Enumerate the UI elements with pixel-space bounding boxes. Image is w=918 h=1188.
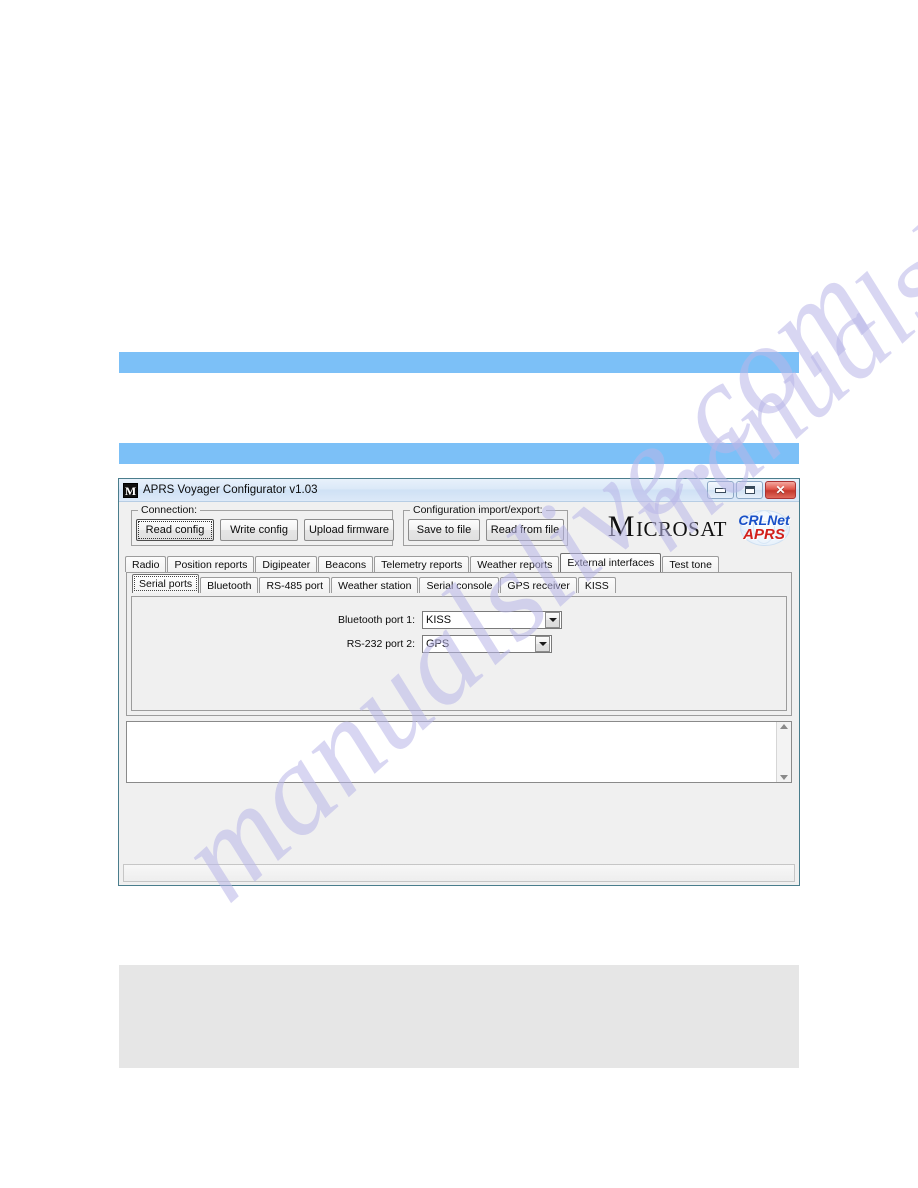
chevron-down-icon[interactable]	[545, 612, 560, 628]
tab-radio[interactable]: Radio	[125, 556, 167, 572]
minimize-icon	[715, 487, 726, 493]
subtab-weather-station[interactable]: Weather station	[331, 577, 419, 593]
window-title: APRS Voyager Configurator v1.03	[143, 484, 318, 496]
bluetooth-port-select[interactable]: KISS	[422, 611, 562, 629]
chevron-glyph	[538, 642, 547, 646]
tab-external-interfaces[interactable]: External interfaces	[560, 553, 662, 572]
tab-test-tone[interactable]: Test tone	[662, 556, 719, 572]
subtab-gps-receiver[interactable]: GPS receiver	[500, 577, 577, 593]
read-from-file-button[interactable]: Read from file	[486, 519, 564, 541]
toolbar: Connection: Read config Write config Upl…	[119, 502, 799, 554]
aprs-text: APRS	[743, 525, 785, 543]
rs232-port-row: RS-232 port 2: GPS	[132, 635, 786, 653]
crlnet-aprs-logo: CRLNet APRS	[733, 510, 795, 546]
subtab-rs485-port[interactable]: RS-485 port	[259, 577, 331, 593]
microsat-wordmark: ICROSAT	[635, 517, 727, 541]
tab-beacons[interactable]: Beacons	[318, 556, 374, 572]
restore-icon	[744, 486, 755, 494]
page-header-bar-top	[119, 352, 799, 373]
bluetooth-port-value: KISS	[426, 614, 452, 626]
chevron-glyph	[548, 618, 557, 622]
restore-button[interactable]	[736, 481, 763, 499]
tab-position-reports[interactable]: Position reports	[167, 556, 255, 572]
write-config-button[interactable]: Write config	[220, 519, 298, 541]
import-export-group-label: Configuration import/export:	[410, 504, 546, 516]
app-icon: M	[123, 482, 138, 498]
minimize-button[interactable]	[707, 481, 734, 499]
branding-logos: M ICROSAT CRLNet APRS	[607, 510, 795, 546]
scroll-down-icon[interactable]	[780, 775, 788, 780]
connection-groupbox: Connection: Read config Write config Upl…	[131, 504, 394, 546]
subtab-bluetooth[interactable]: Bluetooth	[200, 577, 259, 593]
tab-telemetry-reports[interactable]: Telemetry reports	[374, 556, 470, 572]
page-placeholder-block	[119, 965, 799, 1068]
external-interfaces-panel: Serial ports Bluetooth RS-485 port Weath…	[126, 572, 792, 716]
status-bar	[123, 864, 795, 882]
subtab-serial-ports[interactable]: Serial ports	[132, 574, 200, 593]
bluetooth-port-row: Bluetooth port 1: KISS	[132, 611, 786, 629]
window-client-area: Connection: Read config Write config Upl…	[119, 502, 799, 885]
rs232-port-select[interactable]: GPS	[422, 635, 552, 653]
close-icon: ✕	[775, 483, 786, 497]
import-export-button-row: Save to file Read from file	[408, 519, 564, 541]
save-to-file-button[interactable]: Save to file	[408, 519, 480, 541]
bluetooth-port-label: Bluetooth port 1:	[337, 614, 415, 626]
sub-tabstrip: Serial ports Bluetooth RS-485 port Weath…	[127, 573, 791, 593]
window-caption-buttons: ✕	[707, 481, 796, 499]
close-button[interactable]: ✕	[765, 481, 796, 499]
config-import-export-groupbox: Configuration import/export: Save to fil…	[403, 504, 568, 546]
tab-digipeater[interactable]: Digipeater	[255, 556, 318, 572]
subtab-serial-console[interactable]: Serial console	[419, 577, 500, 593]
serial-ports-panel: Bluetooth port 1: KISS RS-232 port 2: GP…	[131, 596, 787, 711]
upload-firmware-button[interactable]: Upload firmware	[304, 519, 394, 541]
application-window: M APRS Voyager Configurator v1.03 ✕ Conn…	[118, 478, 800, 886]
crlnet-text: CRLNet	[738, 511, 790, 528]
serial-ports-form: Bluetooth port 1: KISS RS-232 port 2: GP…	[132, 611, 786, 659]
page-header-bar-bottom	[119, 443, 799, 464]
subtab-kiss[interactable]: KISS	[577, 577, 616, 593]
read-config-button[interactable]: Read config	[136, 519, 214, 541]
chevron-down-icon[interactable]	[535, 636, 550, 652]
connection-button-row: Read config Write config Upload firmware	[136, 519, 394, 541]
log-output-box[interactable]	[126, 721, 792, 783]
microsat-logo: M ICROSAT	[607, 510, 727, 543]
rs232-port-label: RS-232 port 2:	[346, 638, 415, 650]
tab-weather-reports[interactable]: Weather reports	[470, 556, 560, 572]
connection-group-label: Connection:	[138, 504, 201, 516]
window-titlebar: M APRS Voyager Configurator v1.03 ✕	[119, 479, 799, 502]
log-scrollbar[interactable]	[776, 722, 791, 782]
log-output-text	[127, 722, 776, 782]
rs232-port-value: GPS	[426, 638, 450, 650]
scroll-up-icon[interactable]	[780, 724, 788, 729]
main-tabstrip: Radio Position reports Digipeater Beacon…	[119, 553, 799, 572]
microsat-m-glyph: M	[607, 510, 635, 543]
